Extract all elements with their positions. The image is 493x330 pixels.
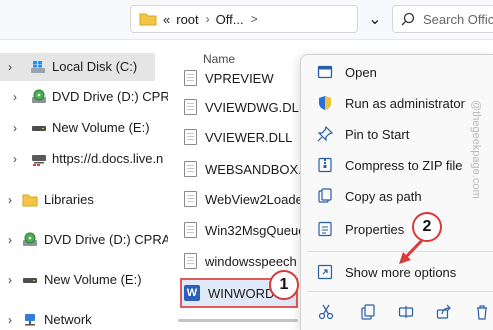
drive-windows-icon (30, 59, 46, 75)
file-row-win32msgqueue[interactable]: Win32MsgQueue (184, 217, 308, 243)
navigation-pane: › Local Disk (C:) › DVD Drive (D:) CPRA … (0, 41, 178, 330)
menu-divider (307, 291, 493, 292)
menu-item-label: Run as administrator (345, 96, 465, 111)
chevron-right-icon[interactable]: › (8, 273, 12, 287)
address-bar[interactable]: « root › Off... > (130, 5, 358, 33)
file-name: WINWORD (208, 285, 275, 301)
file-name: VVIEWER.DLL (205, 129, 293, 145)
shield-icon (317, 95, 333, 111)
file-row-webview2loader[interactable]: WebView2Loader (184, 186, 308, 212)
context-menu: Open Run as administrator Pin to Start C… (300, 54, 493, 330)
menu-item-pin-to-start[interactable]: Pin to Start (307, 119, 493, 149)
search-input[interactable] (423, 11, 493, 27)
column-header-name[interactable]: Name (203, 52, 235, 66)
breadcrumb-office[interactable]: Off... (216, 12, 244, 27)
dll-file-icon (184, 161, 197, 177)
nav-item-network-drive[interactable]: › https://d.docs.live.n (0, 145, 163, 173)
nav-item-label: Local Disk (C:) (52, 59, 138, 74)
libraries-folder-icon (22, 192, 38, 208)
file-row-vpreview[interactable]: VPREVIEW (184, 65, 308, 91)
nav-item-label: DVD Drive (D:) CPRA (52, 89, 179, 104)
drive-icon (22, 272, 38, 288)
cut-icon[interactable] (315, 301, 337, 323)
menu-item-label: Pin to Start (345, 127, 410, 142)
menu-item-copy-as-path[interactable]: Copy as path (307, 181, 493, 211)
step-badge-1: 1 (269, 270, 299, 300)
nav-item-dvd-drive-2[interactable]: › DVD Drive (D:) CPRA (0, 226, 170, 254)
folder-icon (139, 12, 157, 26)
pin-icon (317, 125, 334, 142)
nav-item-new-volume-2[interactable]: › New Volume (E:) (0, 266, 155, 294)
breadcrumb-root[interactable]: root (176, 12, 198, 27)
chevron-right-icon[interactable]: › (8, 193, 12, 207)
chevron-right-icon[interactable]: > (251, 12, 258, 26)
file-row-websandbox[interactable]: WEBSANDBOX.D (184, 156, 308, 182)
nav-item-label: Libraries (44, 192, 94, 207)
word-app-icon: W (184, 285, 200, 301)
nav-item-label: DVD Drive (D:) CPRA (44, 232, 171, 247)
drive-icon (31, 120, 47, 136)
chevron-right-icon[interactable]: › (8, 233, 12, 247)
show-more-icon (317, 264, 333, 280)
menu-item-open[interactable]: Open (307, 57, 493, 87)
file-row-vviewer[interactable]: VVIEWER.DLL (184, 124, 308, 150)
menu-item-run-as-admin[interactable]: Run as administrator (307, 88, 493, 118)
share-icon[interactable] (433, 301, 455, 323)
dll-file-icon (184, 222, 197, 238)
chevron-right-icon[interactable]: › (13, 121, 17, 135)
properties-icon (317, 221, 333, 237)
nav-item-label: Network (44, 312, 92, 327)
nav-item-new-volume[interactable]: › New Volume (E:) (0, 114, 155, 142)
nav-item-dvd-drive[interactable]: › DVD Drive (D:) CPRA (0, 83, 178, 111)
file-name: VVIEWDWG.DLL (205, 99, 307, 115)
dll-file-icon (184, 129, 197, 145)
chevron-right-icon[interactable]: › (13, 90, 17, 104)
rename-icon[interactable] (395, 301, 417, 323)
file-name: WebView2Loader (205, 191, 308, 207)
nav-item-libraries[interactable]: › Libraries (0, 186, 155, 214)
network-icon (22, 312, 38, 328)
search-icon (401, 12, 415, 26)
chevron-right-icon[interactable]: › (13, 152, 17, 166)
search-box[interactable] (392, 5, 493, 33)
zip-icon (317, 157, 333, 173)
dll-file-icon (184, 253, 197, 269)
nav-item-local-disk[interactable]: › Local Disk (C:) (0, 53, 155, 81)
dropdown-chevron-icon[interactable]: ⌄ (364, 5, 386, 33)
dll-file-icon (184, 191, 197, 207)
file-name: Win32MsgQueue (205, 222, 306, 238)
file-name: windowsspeech (205, 253, 297, 269)
file-name: VPREVIEW (205, 70, 274, 86)
address-toolbar: « root › Off... > ⌄ (0, 0, 493, 40)
nav-item-label: https://d.docs.live.n (52, 151, 164, 166)
menu-item-label: Copy as path (345, 189, 422, 204)
delete-icon[interactable] (471, 301, 493, 323)
nav-item-label: New Volume (E:) (52, 120, 150, 135)
dvd-drive-icon (22, 232, 38, 248)
chevron-right-icon[interactable]: › (206, 12, 210, 26)
menu-item-label: Compress to ZIP file (345, 158, 463, 173)
network-drive-icon (31, 151, 47, 167)
menu-item-compress-zip[interactable]: Compress to ZIP file (307, 150, 493, 180)
step-badge-2: 2 (412, 212, 442, 242)
copy-path-icon (317, 188, 333, 204)
open-icon (317, 64, 333, 80)
chevron-right-icon[interactable]: › (8, 313, 12, 327)
copy-icon[interactable] (357, 301, 379, 323)
file-name: WEBSANDBOX.D (205, 161, 308, 177)
nav-item-label: New Volume (E:) (44, 272, 142, 287)
nav-item-network[interactable]: › Network (0, 306, 155, 330)
horizontal-scrollbar[interactable] (178, 319, 298, 322)
file-icon (184, 70, 197, 86)
chevron-right-icon[interactable]: › (8, 60, 12, 74)
file-row-vviewdwg[interactable]: VVIEWDWG.DLL (184, 94, 308, 120)
dvd-drive-icon (31, 89, 47, 105)
menu-item-label: Show more options (345, 265, 457, 280)
watermark: @thegeekpage.com (470, 100, 482, 199)
menu-item-label: Open (345, 65, 377, 80)
breadcrumb-overflow[interactable]: « (163, 12, 170, 27)
dll-file-icon (184, 99, 197, 115)
